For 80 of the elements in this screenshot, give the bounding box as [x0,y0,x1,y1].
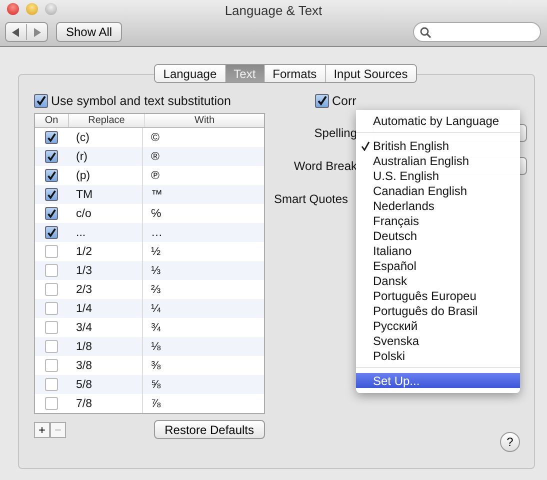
tab[interactable]: Input Sources [326,65,416,82]
table-cell-text: ℗ [150,168,160,184]
checkbox[interactable] [45,226,58,239]
field-label: Spelling [313,126,357,140]
menu-item[interactable]: Italiano [356,243,520,258]
table-cell-text: … [150,226,164,240]
checkbox[interactable] [34,94,48,108]
checkbox[interactable] [45,283,58,296]
checkbox[interactable] [45,207,58,220]
menu-item[interactable]: Nederlands [356,198,520,213]
tab[interactable]: Language [155,65,226,82]
checkbox[interactable] [45,321,58,334]
checkbox[interactable] [45,359,58,372]
table-cell-text: ¼ [150,302,162,316]
table-cell: (r) [68,147,143,166]
checkbox[interactable] [45,340,58,353]
table-cell: TM [68,185,143,204]
table-cell: 1/4 [68,299,143,318]
table-cell-text: © [150,130,160,146]
menu-item[interactable]: Canadian English [356,183,520,198]
table-cell-text: ⅔ [150,282,162,298]
table-cell: ... [68,223,143,242]
field-label: Smart Quotes [272,192,348,206]
checkbox[interactable] [315,94,329,108]
column-header[interactable]: Replace [69,114,145,127]
menu-item[interactable]: U.S. English [356,168,520,183]
table-cell-text: ⅜ [150,358,162,374]
table-cell-text: ⅝ [150,378,162,392]
restore-defaults-button[interactable]: Restore Defaults [154,420,265,439]
table-cell-text: ½ [150,244,162,260]
table-cell: 5/8 [68,375,143,394]
menu-item[interactable]: Set Up... [356,373,520,388]
search-field[interactable] [413,22,541,42]
menu-item[interactable]: Español [356,258,520,273]
table-cell-text: ® [150,150,160,164]
checkbox[interactable] [45,245,58,258]
checkbox[interactable] [45,397,58,410]
checkbox[interactable] [45,169,58,182]
close-button[interactable] [7,3,19,15]
table-cell-text: ¾ [150,320,162,336]
menu-item[interactable]: Deutsch [356,228,520,243]
back-icon[interactable] [12,28,20,36]
window-title: Language & Text [224,2,322,18]
table-cell-text: ⅞ [150,396,162,412]
menu-item[interactable]: Français [356,213,520,228]
menu-item[interactable]: Australian English [356,153,520,168]
table-cell: 1/3 [68,261,143,280]
checkbox-label: Corr [332,94,356,108]
menu-item[interactable]: Automatic by Language [356,113,520,128]
menu-item[interactable]: Polski [356,348,520,363]
checkbox-label: Use symbol and text substitution [51,94,231,108]
show-all-button[interactable]: Show All [56,22,122,42]
menu-item[interactable]: Português do Brasil [356,303,520,318]
table-cell-text: ⅓ [150,264,162,278]
table-cell-text: ℅ [150,206,162,222]
column-header[interactable]: With [145,114,264,127]
menu-item[interactable]: Dansk [356,273,520,288]
checkbox[interactable] [45,378,58,391]
menu-item[interactable]: Português Europeu [356,288,520,303]
menu-item[interactable]: British English [356,138,520,153]
table-cell: 1/8 [68,337,143,356]
menu-item[interactable]: Svenska [356,333,520,348]
menu-item[interactable]: Русский [356,318,520,333]
checkbox[interactable] [45,264,58,277]
checkbox[interactable] [45,302,58,315]
forward-icon[interactable] [33,28,41,36]
table-cell-text: ™ [150,188,164,202]
column-header[interactable]: On [35,114,69,127]
back-forward-control[interactable] [5,22,48,42]
help-button[interactable]: ? [500,432,520,452]
table-cell: 7/8 [68,394,143,413]
minimize-button[interactable] [26,3,38,15]
checkbox[interactable] [45,131,58,144]
checkbox[interactable] [45,188,58,201]
add-button[interactable]: + [34,422,50,438]
table-cell-text: ⅛ [150,340,162,354]
search-icon [420,26,431,38]
checkbox[interactable] [45,150,58,163]
field-label: Word Break [292,159,357,173]
tab[interactable]: Formats [264,65,326,82]
